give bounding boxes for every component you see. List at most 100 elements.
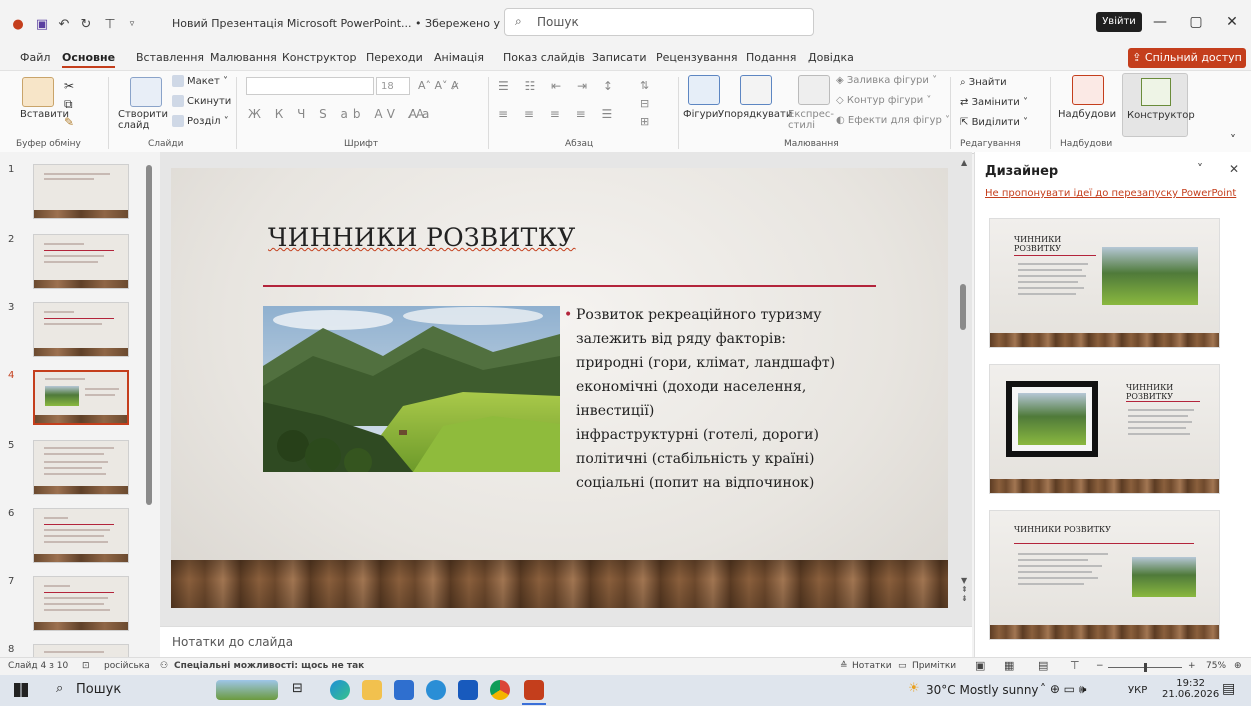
list-buttons[interactable]: ☰ ☷ ⇤ ⇥ ↕ (498, 79, 619, 93)
store-icon[interactable] (394, 680, 414, 700)
slide-thumbnail-3[interactable] (33, 302, 129, 357)
file-explorer-icon[interactable] (362, 680, 382, 700)
slide-body-text[interactable]: • Розвиток рекреаційного туризму залежит… (564, 303, 876, 495)
reset-button[interactable]: Скинути (172, 95, 231, 107)
notes-toggle[interactable]: Нотатки (852, 661, 892, 671)
scroll-down-icon[interactable]: ▼ ⇞ ⇟ (961, 576, 968, 603)
keyboard-language[interactable]: УКР (1128, 685, 1147, 696)
shape-fill-button[interactable]: ◈ Заливка фігури ˅ (836, 75, 937, 86)
notes-pane[interactable]: Нотатки до слайда (160, 626, 972, 658)
find-button[interactable]: ⌕ Знайти (960, 77, 1007, 88)
font-format-buttons[interactable]: Ж К Ч S ab AV Aa (248, 107, 434, 121)
arrange-icon[interactable] (740, 75, 772, 105)
search-box[interactable]: ⌕ Пошук (504, 8, 814, 36)
present-icon[interactable]: ⊤ (102, 16, 118, 32)
arrange-button[interactable]: Упорядкувати (718, 109, 792, 120)
close-pane-icon[interactable]: ✕ (1229, 162, 1239, 176)
minimize-button[interactable]: — (1150, 12, 1170, 32)
clock[interactable]: 19:32 21.06.2026 (1162, 678, 1219, 700)
slide-title[interactable]: ЧИННИКИ РОЗВИТКУ (268, 223, 576, 252)
zoom-slider[interactable] (1108, 663, 1182, 672)
document-title[interactable]: Новий Презентація Microsoft PowerPoint..… (172, 17, 544, 30)
addins-icon[interactable] (1072, 75, 1104, 105)
restore-button[interactable]: ▢ (1186, 12, 1206, 32)
slideshow-icon[interactable]: ⊤ (1070, 659, 1080, 672)
design-idea-2[interactable]: ЧИННИКИ РОЗВИТКУ (989, 364, 1220, 494)
edge-icon[interactable] (330, 680, 350, 700)
thumbnail-scrollbar[interactable] (146, 165, 152, 505)
slide-thumbnail-1[interactable] (33, 164, 129, 219)
spellcheck-icon[interactable]: ⊡ (82, 661, 90, 671)
slide-sorter-icon[interactable]: ▦ (1004, 659, 1014, 672)
tab-view[interactable]: Подання (746, 51, 796, 64)
tab-help[interactable]: Довідка (808, 51, 854, 64)
tab-design[interactable]: Конструктор (282, 51, 356, 64)
news-widget-icon[interactable] (216, 680, 278, 700)
comments-toggle[interactable]: Примітки (912, 661, 956, 671)
shapes-button[interactable]: Фігури (683, 109, 718, 120)
task-view-icon[interactable]: ⊟ (292, 681, 303, 696)
tab-record[interactable]: Записати (592, 51, 646, 64)
weather-text[interactable]: 30°C Mostly sunny (926, 683, 1039, 697)
zoom-in-icon[interactable]: + (1188, 661, 1196, 671)
shapes-icon[interactable] (688, 75, 720, 105)
slide-scrollbar[interactable] (960, 284, 966, 330)
tab-file[interactable]: Файл (20, 51, 50, 64)
align-buttons[interactable]: ≡ ≡ ≡ ≡ ☰ (498, 107, 618, 121)
word-icon[interactable] (458, 680, 478, 700)
quick-styles-button[interactable]: Експрес-стилі (788, 109, 834, 131)
disable-suggestions-link[interactable]: Не пропонувати ідеї до перезапуску Power… (985, 188, 1236, 199)
collapse-ribbon-icon[interactable]: ˅ (1230, 133, 1236, 147)
language-indicator[interactable]: російська (104, 661, 150, 671)
tab-review[interactable]: Рецензування (656, 51, 737, 64)
paste-button[interactable]: Вставити (20, 109, 69, 120)
reading-view-icon[interactable]: ▤ (1038, 659, 1048, 672)
normal-view-icon[interactable]: ▣ (975, 659, 985, 672)
slide-thumbnail-2[interactable] (33, 234, 129, 289)
cut-icon[interactable]: ✂ (64, 79, 74, 93)
new-slide-icon[interactable] (130, 77, 162, 107)
tab-transitions[interactable]: Переходи (366, 51, 423, 64)
layout-button[interactable]: Макет ˅ (172, 75, 228, 87)
tab-animations[interactable]: Анімація (434, 51, 484, 64)
font-color-icon[interactable]: ⁄ A (410, 107, 424, 121)
tab-draw[interactable]: Малювання (210, 51, 277, 64)
mountain-landscape-image[interactable] (263, 306, 560, 472)
start-icon[interactable] (14, 683, 28, 697)
section-button[interactable]: Розділ ˅ (172, 115, 229, 127)
quick-styles-icon[interactable] (798, 75, 830, 105)
slide-thumbnail-4[interactable] (33, 370, 129, 425)
font-size-grow-shrink-icon[interactable]: A˄ A˅ A̷ (418, 79, 459, 92)
font-name-input[interactable] (246, 77, 374, 95)
share-button[interactable]: ⇪ Спільний доступ (1128, 48, 1246, 68)
font-size-input[interactable]: 18 (376, 77, 410, 95)
copy-icon[interactable]: ⧉ (64, 97, 73, 112)
current-slide[interactable]: ЧИННИКИ РОЗВИТКУ • Розвиток рекреаційног… (171, 168, 948, 608)
tab-insert[interactable]: Вставлення (136, 51, 204, 64)
shape-outline-button[interactable]: ◇ Контур фігури ˅ (836, 95, 931, 106)
design-idea-3[interactable]: ЧИННИКИ РОЗВИТКУ (989, 510, 1220, 640)
scroll-up-icon[interactable]: ▲ (961, 158, 967, 167)
paste-icon[interactable] (22, 77, 54, 107)
addins-button[interactable]: Надбудови (1058, 109, 1116, 120)
text-direction-icons[interactable]: ⇅ ⊟ ⊞ (640, 77, 649, 131)
slide-thumbnail-5[interactable] (33, 440, 129, 495)
shape-effects-button[interactable]: ◐ Ефекти для фігур ˅ (836, 115, 950, 126)
redo-icon[interactable]: ↻ (78, 16, 94, 32)
signin-button[interactable]: Увійти (1096, 12, 1142, 32)
slide-thumbnail-8[interactable] (33, 644, 129, 657)
format-painter-icon[interactable]: ✎ (64, 115, 74, 129)
telegram-icon[interactable] (426, 680, 446, 700)
design-idea-1[interactable]: ЧИННИКИ РОЗВИТКУ (989, 218, 1220, 348)
close-button[interactable]: ✕ (1222, 12, 1242, 32)
chrome-icon[interactable] (490, 680, 510, 700)
tray-icons[interactable]: ˄ ⊕ ▭ 🕪 (1040, 682, 1086, 697)
powerpoint-taskbar-icon[interactable] (524, 680, 544, 700)
slide-thumbnail-6[interactable] (33, 508, 129, 563)
slide-thumbnail-7[interactable] (33, 576, 129, 631)
zoom-out-icon[interactable]: − (1096, 661, 1104, 671)
tab-slideshow[interactable]: Показ слайдів (503, 51, 585, 64)
pane-options-icon[interactable]: ˅ (1197, 162, 1203, 176)
accessibility-status[interactable]: Спеціальні можливості: щось не так (174, 661, 364, 671)
new-slide-button[interactable]: Створити слайд (118, 109, 170, 131)
